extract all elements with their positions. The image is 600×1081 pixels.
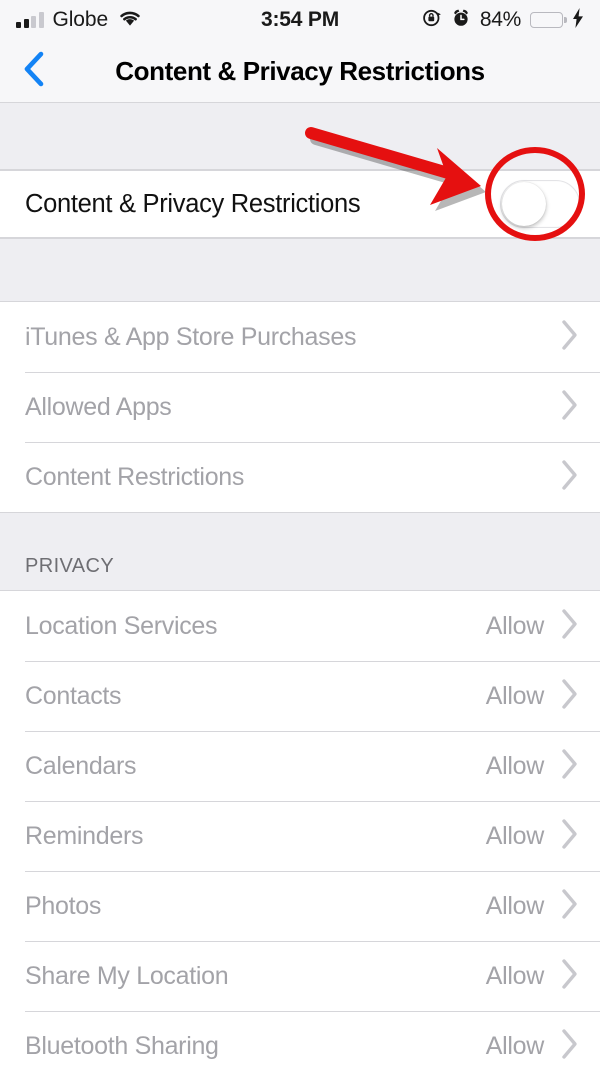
page-title: Content & Privacy Restrictions <box>115 55 485 86</box>
list-item[interactable]: iTunes & App Store Purchases <box>0 302 600 372</box>
list-item[interactable]: Contacts Allow <box>0 661 600 731</box>
chevron-right-icon <box>560 957 580 996</box>
iphone-settings-screen: Globe 3:54 PM 84% Content & Privacy Rest… <box>0 0 600 1081</box>
chevron-right-icon <box>560 607 580 646</box>
list-item-value: Allow <box>485 751 545 780</box>
status-bar: Globe 3:54 PM 84% <box>0 0 600 40</box>
chevron-right-icon <box>560 677 580 716</box>
content-privacy-restrictions-toggle[interactable] <box>500 180 580 228</box>
content-privacy-restrictions-label: Content & Privacy Restrictions <box>25 189 361 218</box>
chevron-right-icon <box>560 388 580 427</box>
list-item[interactable]: Share My Location Allow <box>0 941 600 1011</box>
list-item[interactable]: Reminders Allow <box>0 801 600 871</box>
section-spacer-middle <box>0 238 600 302</box>
content-privacy-restrictions-row[interactable]: Content & Privacy Restrictions <box>0 170 600 238</box>
list-item-label: Contacts <box>25 681 122 710</box>
status-bar-left: Globe <box>16 8 143 32</box>
back-button[interactable] <box>8 40 60 102</box>
chevron-left-icon <box>22 49 46 94</box>
list-item[interactable]: Content Restrictions <box>0 442 600 512</box>
restrictions-section: iTunes & App Store Purchases Allowed App… <box>0 302 600 512</box>
navigation-bar: Content & Privacy Restrictions <box>0 40 600 103</box>
chevron-right-icon <box>560 1027 580 1066</box>
battery-icon <box>530 12 567 28</box>
list-item-label: Calendars <box>25 751 137 780</box>
lightning-bolt-icon <box>572 7 584 33</box>
list-item-value: Allow <box>485 681 545 710</box>
privacy-section: Location Services Allow Contacts Allow C… <box>0 591 600 1081</box>
list-item-value: Allow <box>485 1031 545 1060</box>
list-item-label: iTunes & App Store Purchases <box>25 322 357 351</box>
list-item[interactable]: Bluetooth Sharing Allow <box>0 1011 600 1081</box>
carrier-label: Globe <box>52 8 109 31</box>
list-item-label: Bluetooth Sharing <box>25 1031 219 1060</box>
chevron-right-icon <box>560 887 580 926</box>
alarm-clock-icon <box>451 8 471 33</box>
privacy-section-header: PRIVACY <box>0 512 600 591</box>
wifi-icon <box>117 8 143 32</box>
privacy-section-header-label: PRIVACY <box>25 555 115 577</box>
list-item-label: Reminders <box>25 821 144 850</box>
cellular-signal-icon <box>16 12 44 28</box>
list-item-label: Allowed Apps <box>25 392 172 421</box>
main-toggle-section: Content & Privacy Restrictions <box>0 170 600 238</box>
list-item[interactable]: Calendars Allow <box>0 731 600 801</box>
battery-percentage-label: 84% <box>479 8 521 31</box>
status-bar-right: 84% <box>422 7 584 33</box>
chevron-right-icon <box>560 318 580 357</box>
list-item-value: Allow <box>485 891 545 920</box>
rotation-lock-icon <box>422 8 442 33</box>
list-item[interactable]: Location Services Allow <box>0 591 600 661</box>
chevron-right-icon <box>560 458 580 497</box>
list-item[interactable]: Allowed Apps <box>0 372 600 442</box>
list-item-label: Photos <box>25 891 102 920</box>
section-spacer-top <box>0 103 600 170</box>
chevron-right-icon <box>560 747 580 786</box>
list-item-value: Allow <box>485 611 545 640</box>
settings-content: Content & Privacy Restrictions iTunes & … <box>0 103 600 1081</box>
list-item-label: Content Restrictions <box>25 462 245 491</box>
list-item-value: Allow <box>485 821 545 850</box>
list-item-value: Allow <box>485 961 545 990</box>
chevron-right-icon <box>560 817 580 856</box>
list-item-label: Share My Location <box>25 961 229 990</box>
toggle-knob <box>502 182 546 226</box>
list-item-label: Location Services <box>25 611 218 640</box>
list-item[interactable]: Photos Allow <box>0 871 600 941</box>
